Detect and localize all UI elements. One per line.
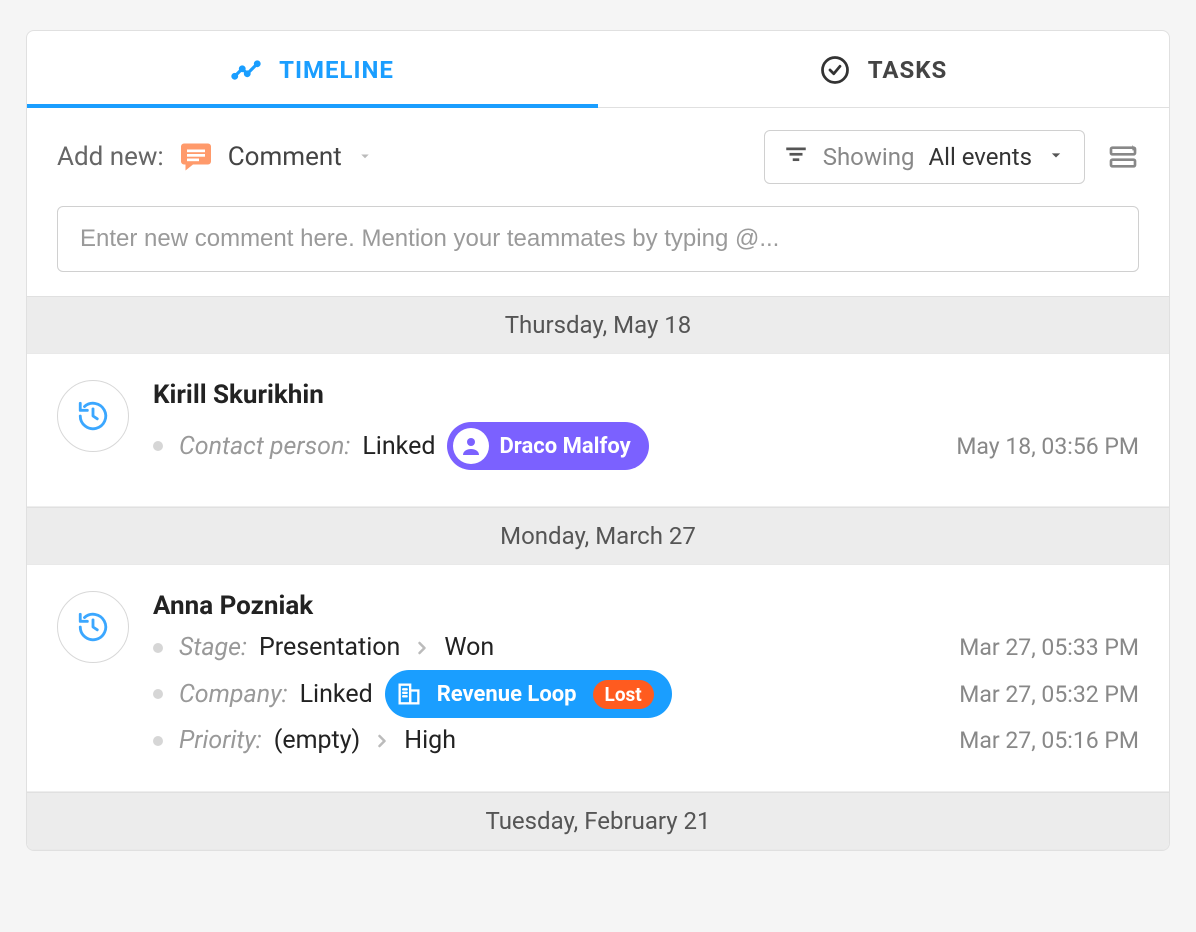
building-icon bbox=[391, 676, 427, 712]
tab-timeline[interactable]: TIMELINE bbox=[27, 31, 598, 107]
change-field: Company: bbox=[179, 680, 288, 709]
pill-label: Revenue Loop bbox=[437, 682, 577, 707]
entry-body: Anna Pozniak Stage: Presentation Won Mar 27… bbox=[153, 591, 1139, 763]
toolbar: Add new: Comment bbox=[27, 108, 1169, 206]
filter-icon bbox=[783, 141, 809, 173]
person-icon bbox=[453, 428, 489, 464]
date-separator: Tuesday, February 21 bbox=[27, 792, 1169, 850]
history-icon bbox=[57, 591, 129, 663]
timeline-icon bbox=[231, 55, 261, 85]
chevron-down-icon bbox=[1046, 143, 1066, 171]
change-row: Contact person: Linked Draco Malfoy May 1… bbox=[153, 422, 1139, 470]
change-action: Linked bbox=[362, 432, 435, 461]
check-circle-icon bbox=[820, 55, 850, 85]
entry-user: Kirill Skurikhin bbox=[153, 380, 1139, 410]
linked-pill[interactable]: Draco Malfoy bbox=[447, 422, 648, 470]
entry-changes: Stage: Presentation Won Mar 27, 05:33 PM Co… bbox=[153, 633, 1139, 755]
change-time: Mar 27, 05:16 PM bbox=[959, 727, 1139, 754]
change-row: Priority: (empty) High Mar 27, 05:16 PM bbox=[153, 726, 1139, 755]
arrow-right-icon bbox=[372, 731, 392, 751]
filter-label: Showing bbox=[823, 143, 915, 171]
timeline-list: Thursday, May 18 Kirill Skurikhin Contact … bbox=[27, 296, 1169, 850]
change-time: Mar 27, 05:32 PM bbox=[959, 681, 1139, 708]
change-field: Stage: bbox=[179, 633, 247, 662]
settings-icon[interactable] bbox=[1107, 141, 1139, 173]
comment-icon bbox=[178, 139, 214, 175]
tab-timeline-label: TIMELINE bbox=[279, 56, 394, 84]
timeline-entry: Anna Pozniak Stage: Presentation Won Mar 27… bbox=[27, 565, 1169, 792]
date-separator: Monday, March 27 bbox=[27, 507, 1169, 565]
change-field: Priority: bbox=[179, 726, 262, 755]
arrow-right-icon bbox=[412, 638, 432, 658]
change-from: (empty) bbox=[274, 726, 361, 755]
change-row: Stage: Presentation Won Mar 27, 05:33 PM bbox=[153, 633, 1139, 662]
chevron-down-icon bbox=[356, 142, 374, 172]
entry-body: Kirill Skurikhin Contact person: Linked D… bbox=[153, 380, 1139, 478]
bullet-icon bbox=[153, 689, 163, 699]
comment-input-wrap bbox=[27, 206, 1169, 296]
tab-tasks-label: TASKS bbox=[868, 56, 948, 84]
entry-user: Anna Pozniak bbox=[153, 591, 1139, 621]
change-time: Mar 27, 05:33 PM bbox=[959, 634, 1139, 661]
filter-value: All events bbox=[928, 143, 1032, 171]
history-icon bbox=[57, 380, 129, 452]
timeline-entry: Kirill Skurikhin Contact person: Linked D… bbox=[27, 354, 1169, 507]
change-row: Company: Linked Revenue Loop Lost Mar 27, … bbox=[153, 670, 1139, 718]
add-new-label: Add new: bbox=[57, 142, 164, 172]
change-field: Contact person: bbox=[179, 432, 350, 461]
pill-label: Draco Malfoy bbox=[499, 434, 630, 459]
comment-input[interactable] bbox=[57, 206, 1139, 272]
bullet-icon bbox=[153, 736, 163, 746]
change-to: High bbox=[404, 726, 456, 755]
change-time: May 18, 03:56 PM bbox=[956, 433, 1139, 460]
change-to: Won bbox=[444, 633, 494, 662]
status-badge: Lost bbox=[593, 680, 654, 709]
tab-tasks[interactable]: TASKS bbox=[598, 31, 1169, 107]
toolbar-right: Showing All events bbox=[764, 130, 1139, 184]
add-new-type-label: Comment bbox=[228, 142, 342, 172]
entry-changes: Contact person: Linked Draco Malfoy May 1… bbox=[153, 422, 1139, 470]
filter-events-select[interactable]: Showing All events bbox=[764, 130, 1085, 184]
change-from: Presentation bbox=[259, 633, 400, 662]
add-new-control[interactable]: Add new: Comment bbox=[57, 139, 374, 175]
timeline-panel: TIMELINE TASKS Add new: Comment bbox=[26, 30, 1170, 851]
date-separator: Thursday, May 18 bbox=[27, 296, 1169, 354]
linked-pill[interactable]: Revenue Loop Lost bbox=[385, 670, 672, 718]
bullet-icon bbox=[153, 441, 163, 451]
tab-bar: TIMELINE TASKS bbox=[27, 31, 1169, 108]
change-action: Linked bbox=[300, 680, 373, 709]
bullet-icon bbox=[153, 643, 163, 653]
